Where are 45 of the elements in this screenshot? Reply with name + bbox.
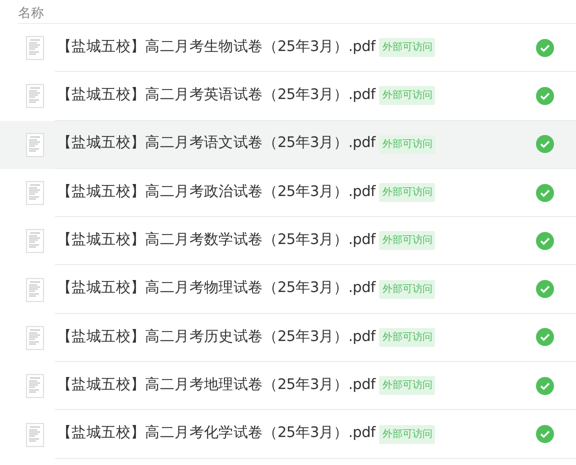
access-tag: 外部可访问 bbox=[379, 376, 436, 396]
access-tag: 外部可访问 bbox=[379, 86, 436, 106]
document-icon bbox=[26, 374, 44, 398]
check-icon bbox=[536, 328, 554, 346]
document-icon bbox=[26, 36, 44, 60]
access-tag: 外部可访问 bbox=[379, 280, 436, 299]
access-tag: 外部可访问 bbox=[379, 134, 436, 154]
check-icon bbox=[536, 86, 554, 105]
file-name: 【盐城五校】高二月考化学试卷（25年3月）.pdf bbox=[57, 424, 376, 444]
check-icon bbox=[536, 232, 554, 250]
file-name: 【盐城五校】高二月考语文试卷（25年3月）.pdf bbox=[57, 134, 376, 154]
access-tag: 外部可访问 bbox=[379, 231, 436, 250]
file-name: 【盐城五校】高二月考数学试卷（25年3月）.pdf bbox=[57, 230, 376, 250]
file-row[interactable]: 【盐城五校】高二月考数学试卷（25年3月）.pdf 外部可访问 bbox=[0, 217, 576, 266]
check-icon bbox=[536, 280, 554, 298]
file-row[interactable]: 【盐城五校】高二月考物理试卷（25年3月）.pdf 外部可访问 bbox=[0, 265, 576, 314]
document-icon bbox=[26, 326, 44, 350]
document-icon bbox=[26, 422, 44, 447]
file-row[interactable]: 【盐城五校】高二月考政治试卷（25年3月）.pdf 外部可访问 bbox=[0, 168, 576, 218]
document-icon bbox=[26, 181, 44, 206]
column-header[interactable]: 名称 bbox=[18, 6, 44, 21]
check-icon bbox=[536, 135, 554, 154]
access-tag: 外部可访问 bbox=[379, 328, 436, 347]
file-name: 【盐城五校】高二月考政治试卷（25年3月）.pdf bbox=[57, 182, 376, 202]
file-name: 【盐城五校】高二月考历史试卷（25年3月）.pdf bbox=[57, 328, 376, 347]
file-name: 【盐城五校】高二月考英语试卷（25年3月）.pdf bbox=[57, 86, 376, 106]
document-icon bbox=[26, 278, 44, 302]
file-name: 【盐城五校】高二月考物理试卷（25年3月）.pdf bbox=[57, 278, 376, 298]
check-icon bbox=[536, 425, 554, 444]
file-row[interactable]: 【盐城五校】高二月考地理试卷（25年3月）.pdf 外部可访问 bbox=[0, 362, 576, 410]
file-row[interactable]: 【盐城五校】高二月考化学试卷（25年3月）.pdf 外部可访问 bbox=[0, 410, 576, 459]
document-icon bbox=[26, 84, 44, 108]
file-row[interactable]: 【盐城五校】高二月考历史试卷（25年3月）.pdf 外部可访问 bbox=[0, 314, 576, 362]
document-icon bbox=[26, 229, 44, 254]
access-tag: 外部可访问 bbox=[379, 183, 436, 202]
document-icon bbox=[26, 132, 44, 157]
access-tag: 外部可访问 bbox=[379, 38, 436, 58]
check-icon bbox=[536, 38, 554, 57]
check-icon bbox=[536, 376, 554, 395]
file-row[interactable]: 【盐城五校】高二月考语文试卷（25年3月）.pdf 外部可访问 bbox=[0, 120, 576, 169]
file-row[interactable]: 【盐城五校】高二月考生物试卷（25年3月）.pdf 外部可访问 bbox=[0, 24, 576, 72]
file-name: 【盐城五校】高二月考生物试卷（25年3月）.pdf bbox=[57, 38, 376, 57]
check-icon bbox=[536, 184, 554, 202]
file-name: 【盐城五校】高二月考地理试卷（25年3月）.pdf bbox=[57, 376, 376, 395]
access-tag: 外部可访问 bbox=[379, 424, 436, 444]
